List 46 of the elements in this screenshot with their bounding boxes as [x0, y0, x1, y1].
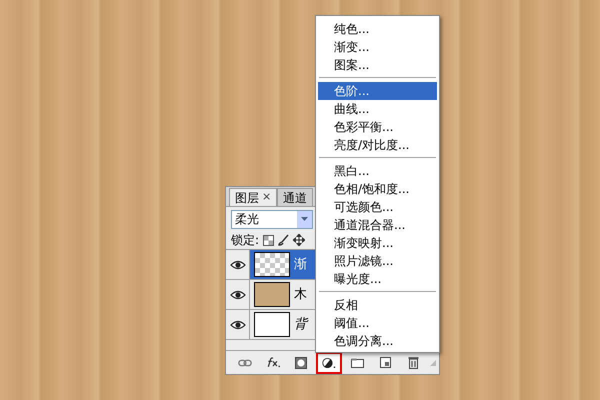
checker-icon[interactable]: [263, 234, 274, 246]
menu-item[interactable]: 色调分离...: [318, 332, 437, 350]
layer-name: 木: [294, 286, 307, 304]
eye-icon[interactable]: [230, 290, 246, 300]
menu-item[interactable]: 亮度/对比度...: [318, 136, 437, 154]
menu-item[interactable]: 反相: [318, 296, 437, 314]
tab-label: 图层: [235, 190, 259, 206]
brush-icon[interactable]: [278, 234, 290, 246]
resize-grip-icon[interactable]: [429, 358, 437, 366]
menu-item[interactable]: 色彩平衡...: [318, 118, 437, 136]
eye-icon[interactable]: [230, 260, 246, 270]
menu-item[interactable]: 黑白...: [318, 162, 437, 180]
layer-name: 背: [294, 316, 307, 334]
lock-label: 锁定:: [231, 232, 260, 249]
panel-tab[interactable]: 图层 ×: [229, 188, 278, 206]
menu-item[interactable]: 色相/饱和度...: [318, 180, 437, 198]
eye-icon[interactable]: [230, 320, 246, 330]
layer-name: 渐: [294, 256, 307, 274]
half-circle-icon: [322, 356, 336, 370]
folder-icon: [350, 358, 364, 368]
blend-mode-dropdown[interactable]: 柔光: [231, 210, 313, 228]
menu-item[interactable]: 阈值...: [318, 314, 437, 332]
layer-thumbnail: [254, 312, 290, 337]
close-icon[interactable]: ×: [262, 189, 272, 206]
menu-item[interactable]: 照片滤镜...: [318, 252, 437, 270]
new-layer-icon: [380, 357, 390, 368]
menu-item[interactable]: 通道混合器...: [318, 216, 437, 234]
caret-icon: [301, 217, 308, 221]
layer-thumbnail: [254, 252, 290, 277]
menu-item[interactable]: 可选颜色...: [318, 198, 437, 216]
menu-item[interactable]: 图案...: [318, 56, 437, 74]
menu-item[interactable]: 曝光度...: [318, 270, 437, 288]
tab-label: 通道: [283, 190, 308, 206]
fx-icon: [266, 356, 280, 369]
panel-tab[interactable]: 通道: [277, 188, 314, 206]
menu-item[interactable]: 渐变映射...: [318, 234, 437, 252]
menu-item[interactable]: 渐变...: [318, 38, 437, 56]
mask-icon: [295, 356, 307, 368]
menu-item[interactable]: 纯色...: [318, 20, 437, 38]
move-icon[interactable]: [293, 234, 306, 246]
toolbar-button[interactable]: [316, 352, 342, 374]
layer-thumbnail: [254, 282, 290, 307]
link-icon: [238, 358, 252, 366]
menu-item[interactable]: 色阶...: [318, 82, 437, 100]
menu-item[interactable]: 曲线...: [318, 100, 437, 118]
trash-icon: [408, 356, 418, 369]
